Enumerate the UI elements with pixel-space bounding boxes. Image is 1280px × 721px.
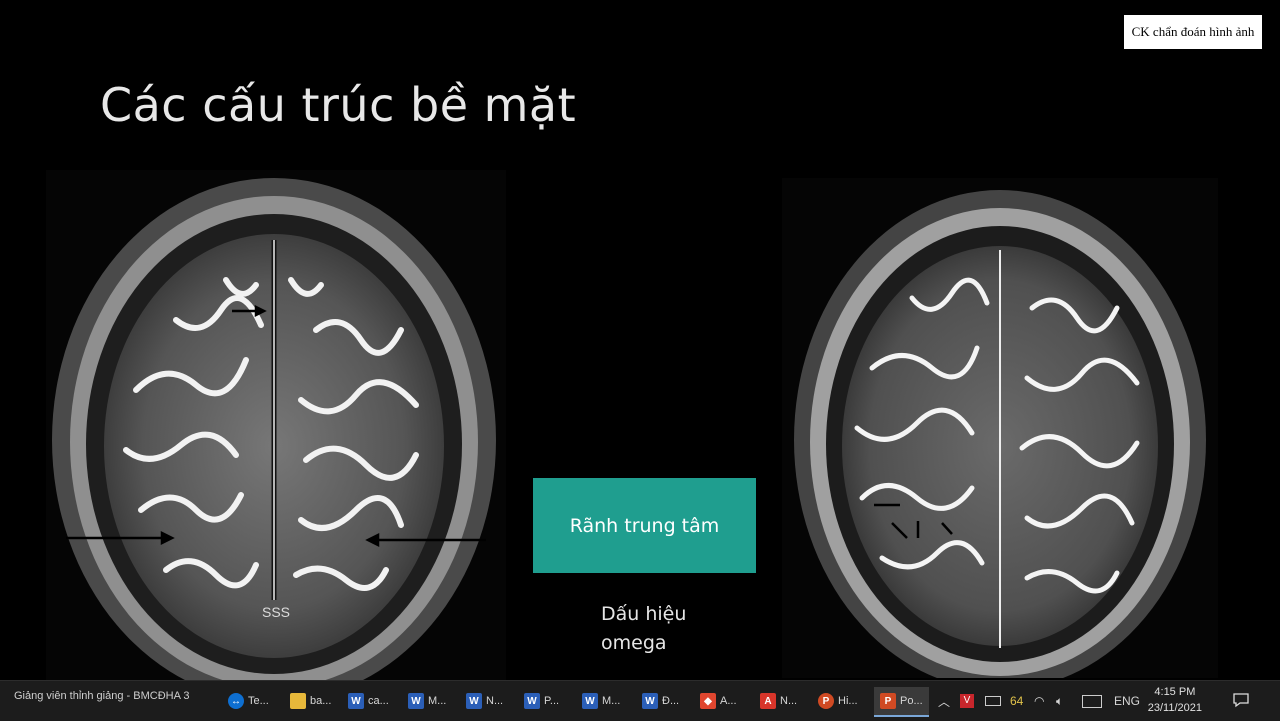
- show-hidden-icons-button[interactable]: ︿: [938, 687, 950, 715]
- word-icon: W: [348, 693, 364, 709]
- chat-bubble-icon: [1233, 693, 1249, 708]
- taskbar-item-label: Đ...: [662, 695, 680, 707]
- mri-scan-right: [782, 178, 1218, 678]
- taskbar-item-word-5[interactable]: W M...: [582, 687, 620, 715]
- omega-sign-line2: omega: [601, 632, 667, 654]
- word-icon: W: [582, 693, 598, 709]
- battery-icon: [985, 696, 1001, 706]
- anydesk-icon: ◆: [700, 693, 716, 709]
- pdf-icon: A: [760, 693, 776, 709]
- sss-label: SSS: [262, 604, 291, 620]
- taskbar-item-folder[interactable]: ba...: [290, 687, 331, 715]
- taskbar-item-label: M...: [428, 695, 447, 707]
- taskbar-item-label: ca...: [368, 695, 389, 707]
- omega-sign-line1: Dấu hiệu: [601, 603, 687, 625]
- taskbar-item-word-3[interactable]: W N...: [466, 687, 503, 715]
- taskbar-item-label: Po...: [900, 695, 923, 707]
- channel-watermark: CK chẩn đoán hình ảnh: [1124, 15, 1262, 49]
- central-sulcus-callout: Rãnh trung tâm: [533, 478, 756, 573]
- powerpoint-icon: P: [818, 693, 834, 709]
- taskbar-item-label: Te...: [248, 695, 269, 707]
- mri-scan-left: SSS: [46, 170, 506, 680]
- word-icon: W: [642, 693, 658, 709]
- clock-time: 4:15 PM: [1154, 686, 1196, 698]
- taskbar-item-pdf[interactable]: A N...: [760, 687, 797, 715]
- taskbar-item-label: ba...: [310, 695, 332, 707]
- omega-sign-text: Dấu hiệu omega: [601, 600, 686, 658]
- taskbar-item-label: Hi...: [838, 695, 858, 707]
- taskbar-item-powerpoint-2[interactable]: P Po...: [874, 687, 929, 717]
- speaker-icon: 🔈︎: [1056, 693, 1064, 708]
- clock-date: 23/11/2021: [1147, 702, 1202, 714]
- taskbar-item-word-6[interactable]: W Đ...: [642, 687, 679, 715]
- taskbar: Giảng viên thỉnh giảng - BMCĐHA 3 ↔ Te..…: [0, 680, 1280, 721]
- taskbar-item-label: P...: [544, 695, 560, 707]
- keyboard-icon: [1082, 694, 1102, 708]
- notification-center-button[interactable]: [1232, 691, 1250, 709]
- powerpoint-icon: P: [880, 693, 896, 709]
- taskbar-item-teamviewer[interactable]: ↔ Te...: [228, 687, 269, 715]
- tray-volume[interactable]: 🔈︎: [1056, 687, 1063, 715]
- taskbar-item-label: M...: [602, 695, 621, 707]
- folder-icon: [290, 693, 306, 709]
- meeting-participant-label: Giảng viên thỉnh giảng - BMCĐHA 3: [14, 690, 190, 702]
- tray-app-v[interactable]: V: [960, 687, 974, 715]
- taskbar-item-label: N...: [486, 695, 504, 707]
- tray-battery[interactable]: [985, 687, 1001, 715]
- slide-title: Các cấu trúc bề mặt: [100, 78, 577, 132]
- tray-number[interactable]: 64: [1010, 687, 1023, 715]
- taskbar-item-label: N...: [780, 695, 798, 707]
- tray-keyboard[interactable]: [1082, 687, 1102, 715]
- wifi-icon: ◠: [1034, 694, 1045, 708]
- word-icon: W: [408, 693, 424, 709]
- taskbar-item-label: A...: [720, 695, 737, 707]
- taskbar-item-anydesk[interactable]: ◆ A...: [700, 687, 737, 715]
- word-icon: W: [524, 693, 540, 709]
- chevron-up-icon: ︿: [938, 694, 951, 709]
- taskbar-item-word-1[interactable]: W ca...: [348, 687, 389, 715]
- presentation-slide: Các cấu trúc bề mặt CK chẩn đoán hình ản…: [0, 0, 1280, 680]
- taskbar-clock[interactable]: 4:15 PM 23/11/2021: [1148, 684, 1202, 716]
- teamviewer-icon: ↔: [228, 693, 244, 709]
- word-icon: W: [466, 693, 482, 709]
- taskbar-item-word-2[interactable]: W M...: [408, 687, 446, 715]
- taskbar-item-powerpoint-1[interactable]: P Hi...: [818, 687, 858, 715]
- taskbar-item-word-4[interactable]: W P...: [524, 687, 559, 715]
- language-indicator[interactable]: ENG: [1114, 687, 1140, 715]
- app-v-icon: V: [960, 694, 974, 708]
- tray-network[interactable]: ◠: [1034, 687, 1044, 715]
